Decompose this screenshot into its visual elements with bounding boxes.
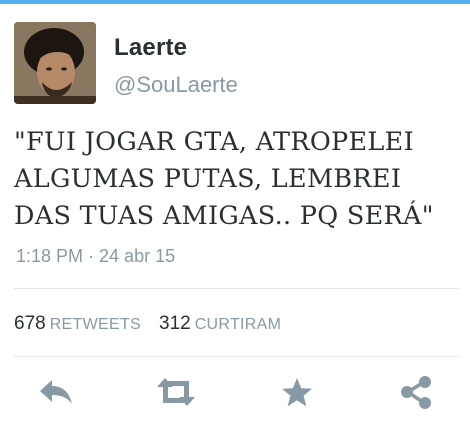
likes-stat[interactable]: 312 CURTIRAM <box>159 313 282 334</box>
share-button[interactable] <box>396 374 436 410</box>
tweet-timestamp: 1:18 PM · 24 abr 15 <box>16 246 176 266</box>
retweet-button[interactable] <box>155 374 195 410</box>
retweets-label: RETWEETS <box>49 316 141 333</box>
top-accent-bar <box>0 0 470 4</box>
likes-label: CURTIRAM <box>194 316 282 333</box>
divider <box>14 288 459 289</box>
favorite-button[interactable] <box>277 374 317 410</box>
retweets-count: 678 <box>14 313 46 334</box>
tweet-stats: 678 RETWEETS 312 CURTIRAM <box>14 313 281 335</box>
user-handle[interactable]: @SouLaerte <box>114 72 238 98</box>
tweet-text-line: "FUI JOGAR GTA, ATROPELEI <box>14 127 414 157</box>
profile-photo-icon <box>14 22 96 104</box>
retweet-icon <box>157 378 195 406</box>
tweet-text: "FUI JOGAR GTA, ATROPELEI ALGUMAS PUTAS,… <box>14 124 462 235</box>
avatar[interactable] <box>14 22 96 104</box>
tweet-text-line: ALGUMAS PUTAS, LEMBREI <box>14 164 402 194</box>
divider <box>14 356 459 357</box>
likes-count: 312 <box>159 313 191 334</box>
retweets-stat[interactable]: 678 RETWEETS <box>14 313 141 334</box>
reply-button[interactable] <box>36 374 76 410</box>
star-icon <box>282 378 312 407</box>
share-icon <box>401 376 431 409</box>
display-name[interactable]: Laerte <box>114 34 187 62</box>
reply-icon <box>40 380 72 404</box>
tweet-text-line: DAS TUAS AMIGAS.. PQ SERÁ" <box>14 201 434 231</box>
